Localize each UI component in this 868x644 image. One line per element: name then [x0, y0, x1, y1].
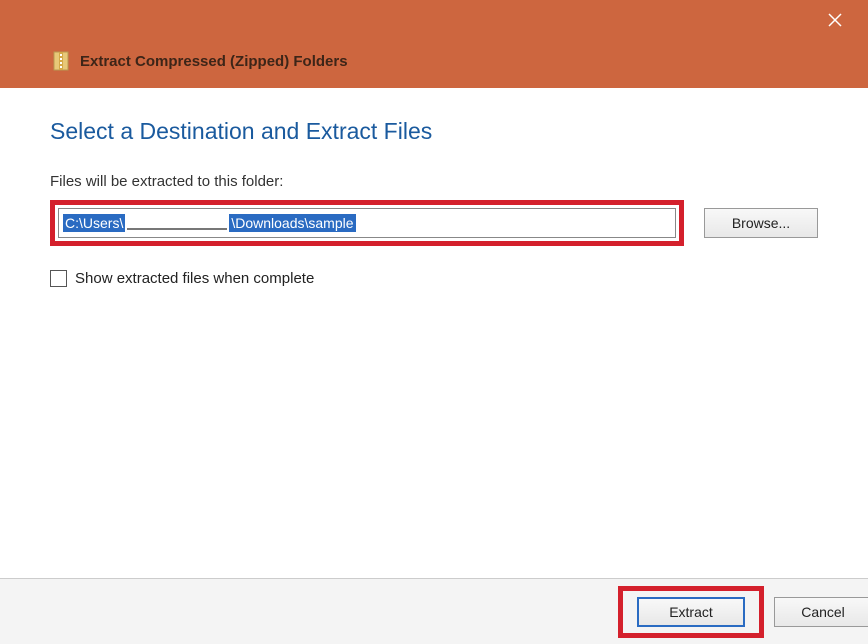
extract-button[interactable]: Extract [637, 597, 745, 627]
path-redacted-segment [127, 216, 227, 230]
content-area: Select a Destination and Extract Files F… [0, 88, 868, 287]
close-button[interactable] [820, 8, 850, 32]
close-icon [828, 13, 842, 27]
zipped-folder-icon [52, 50, 70, 72]
extract-highlight: Extract [618, 586, 764, 638]
show-files-checkbox-label: Show extracted files when complete [75, 270, 314, 287]
path-label: Files will be extracted to this folder: [50, 173, 818, 190]
path-highlight: C:\Users\ \Downloads\sample [50, 200, 684, 246]
cancel-button[interactable]: Cancel [774, 597, 868, 627]
path-text-suffix: \Downloads\sample [229, 214, 355, 232]
show-files-checkbox[interactable] [50, 270, 67, 287]
browse-button[interactable]: Browse... [704, 208, 818, 238]
titlebar: Extract Compressed (Zipped) Folders [0, 0, 868, 88]
footer: Extract Cancel [0, 578, 868, 644]
page-heading: Select a Destination and Extract Files [50, 118, 818, 145]
destination-path-input[interactable]: C:\Users\ \Downloads\sample [58, 208, 676, 238]
path-text-prefix: C:\Users\ [63, 214, 125, 232]
window-title: Extract Compressed (Zipped) Folders [80, 53, 348, 70]
